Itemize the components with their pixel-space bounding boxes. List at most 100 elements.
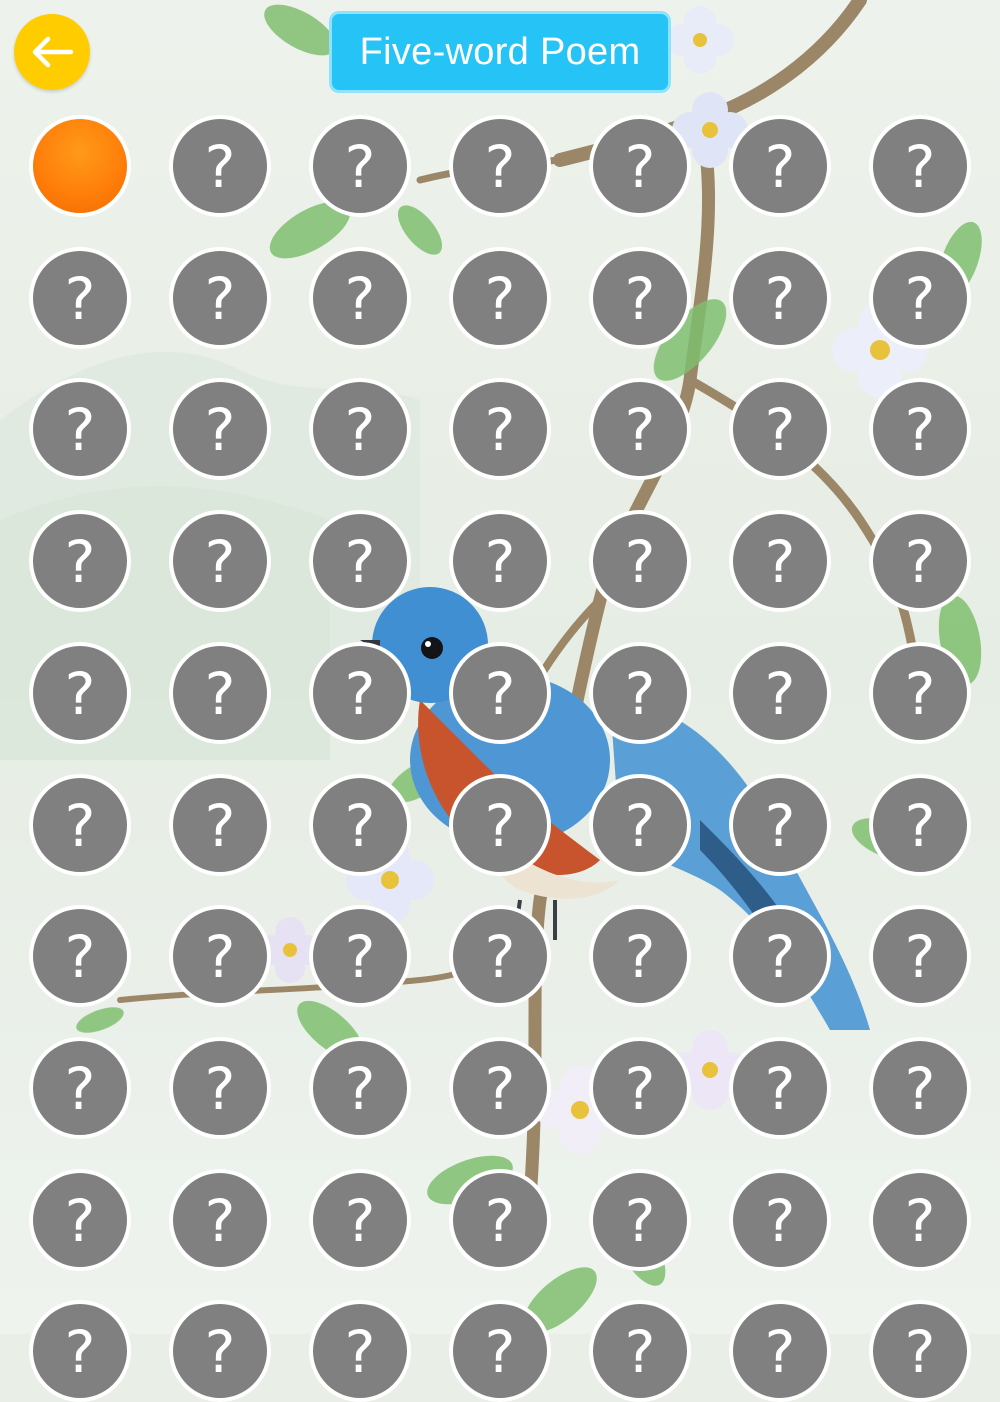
question-mark-icon: ? [484, 923, 516, 991]
level-locked[interactable]: ? [169, 510, 271, 612]
level-locked[interactable]: ? [309, 378, 411, 480]
level-locked[interactable]: ? [169, 1300, 271, 1402]
question-mark-icon: ? [904, 1055, 936, 1123]
question-mark-icon: ? [904, 660, 936, 728]
level-locked[interactable]: ? [309, 1037, 411, 1139]
question-mark-icon: ? [64, 1055, 96, 1123]
level-locked[interactable]: ? [309, 1169, 411, 1271]
question-mark-icon: ? [624, 792, 656, 860]
level-locked[interactable]: ? [729, 247, 831, 349]
level-locked[interactable]: ? [449, 905, 551, 1007]
level-locked[interactable]: ? [869, 905, 971, 1007]
level-locked[interactable]: ? [169, 115, 271, 217]
level-locked[interactable]: ? [29, 1300, 131, 1402]
level-locked[interactable]: ? [729, 1300, 831, 1402]
level-locked[interactable]: ? [589, 774, 691, 876]
level-locked[interactable]: ? [169, 905, 271, 1007]
question-mark-icon: ? [344, 923, 376, 991]
question-mark-icon: ? [204, 1318, 236, 1386]
level-locked[interactable]: ? [449, 642, 551, 744]
level-locked[interactable]: ? [869, 774, 971, 876]
question-mark-icon: ? [484, 133, 516, 201]
level-locked[interactable]: ? [169, 1037, 271, 1139]
level-locked[interactable]: ? [29, 510, 131, 612]
question-mark-icon: ? [484, 1318, 516, 1386]
level-locked[interactable]: ? [729, 905, 831, 1007]
level-locked[interactable]: ? [169, 378, 271, 480]
level-locked[interactable]: ? [29, 774, 131, 876]
level-locked[interactable]: ? [309, 115, 411, 217]
level-locked[interactable]: ? [449, 1300, 551, 1402]
level-locked[interactable]: ? [589, 378, 691, 480]
level-locked[interactable]: ? [449, 378, 551, 480]
level-locked[interactable]: ? [729, 378, 831, 480]
level-locked[interactable]: ? [869, 1037, 971, 1139]
level-locked[interactable]: ? [29, 247, 131, 349]
title-banner: Five-word Poem [329, 11, 671, 93]
level-locked[interactable]: ? [29, 1169, 131, 1271]
level-locked[interactable]: ? [29, 642, 131, 744]
question-mark-icon: ? [204, 396, 236, 464]
question-mark-icon: ? [64, 1187, 96, 1255]
level-locked[interactable]: ? [729, 1037, 831, 1139]
level-locked[interactable]: ? [589, 510, 691, 612]
level-locked[interactable]: ? [449, 115, 551, 217]
question-mark-icon: ? [204, 660, 236, 728]
level-locked[interactable]: ? [589, 115, 691, 217]
level-locked[interactable]: ? [449, 1169, 551, 1271]
level-locked[interactable]: ? [869, 378, 971, 480]
level-locked[interactable]: ? [729, 115, 831, 217]
question-mark-icon: ? [904, 1187, 936, 1255]
question-mark-icon: ? [204, 133, 236, 201]
level-locked[interactable]: ? [869, 115, 971, 217]
question-mark-icon: ? [344, 1055, 376, 1123]
question-mark-icon: ? [204, 1187, 236, 1255]
question-mark-icon: ? [344, 133, 376, 201]
level-locked[interactable]: ? [589, 642, 691, 744]
level-locked[interactable]: ? [29, 378, 131, 480]
level-locked[interactable]: ? [869, 510, 971, 612]
level-locked[interactable]: ? [169, 774, 271, 876]
level-locked[interactable]: ? [449, 1037, 551, 1139]
level-locked[interactable]: ? [309, 510, 411, 612]
level-locked[interactable]: ? [589, 1169, 691, 1271]
level-locked[interactable]: ? [449, 510, 551, 612]
question-mark-icon: ? [904, 265, 936, 333]
level-locked[interactable]: ? [309, 1300, 411, 1402]
level-locked[interactable]: ? [449, 247, 551, 349]
question-mark-icon: ? [484, 528, 516, 596]
level-locked[interactable]: ? [29, 1037, 131, 1139]
level-locked[interactable]: ? [589, 905, 691, 1007]
question-mark-icon: ? [624, 265, 656, 333]
question-mark-icon: ? [484, 660, 516, 728]
level-locked[interactable]: ? [589, 1037, 691, 1139]
level-locked[interactable]: ? [869, 642, 971, 744]
level-locked[interactable]: ? [729, 1169, 831, 1271]
level-locked[interactable]: ? [29, 905, 131, 1007]
level-locked[interactable]: ? [869, 1169, 971, 1271]
level-locked[interactable]: ? [589, 1300, 691, 1402]
question-mark-icon: ? [764, 1187, 796, 1255]
level-locked[interactable]: ? [309, 642, 411, 744]
level-locked[interactable]: ? [729, 510, 831, 612]
question-mark-icon: ? [484, 396, 516, 464]
question-mark-icon: ? [344, 528, 376, 596]
level-locked[interactable]: ? [309, 247, 411, 349]
question-mark-icon: ? [344, 1187, 376, 1255]
question-mark-icon: ? [484, 265, 516, 333]
level-current[interactable] [29, 115, 131, 217]
level-locked[interactable]: ? [869, 1300, 971, 1402]
level-locked[interactable]: ? [309, 774, 411, 876]
level-locked[interactable]: ? [729, 642, 831, 744]
level-locked[interactable]: ? [309, 905, 411, 1007]
question-mark-icon: ? [764, 792, 796, 860]
level-locked[interactable]: ? [729, 774, 831, 876]
level-locked[interactable]: ? [169, 247, 271, 349]
level-locked[interactable]: ? [169, 1169, 271, 1271]
question-mark-icon: ? [904, 528, 936, 596]
level-locked[interactable]: ? [589, 247, 691, 349]
back-button[interactable] [14, 14, 90, 90]
level-locked[interactable]: ? [169, 642, 271, 744]
level-locked[interactable]: ? [449, 774, 551, 876]
level-locked[interactable]: ? [869, 247, 971, 349]
